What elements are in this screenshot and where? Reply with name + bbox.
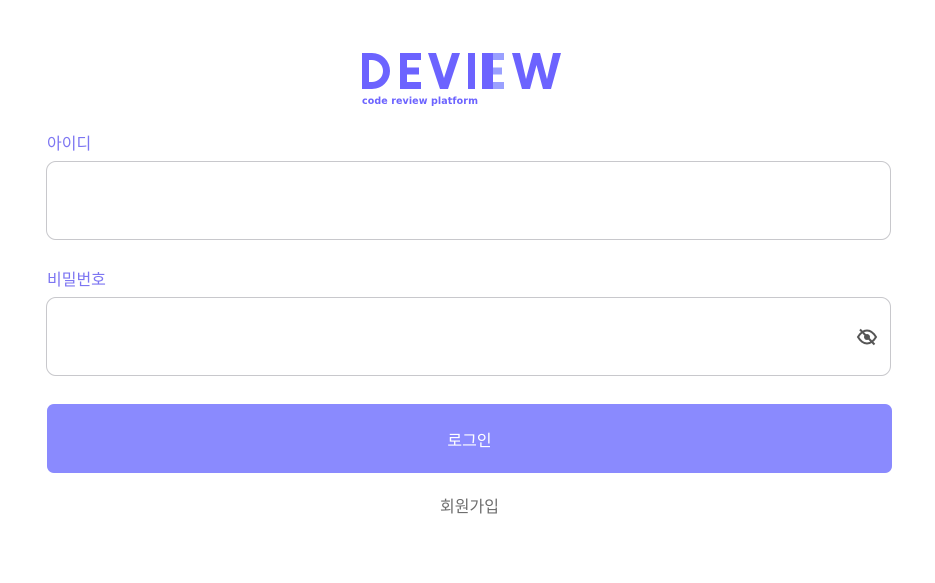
password-input[interactable]	[63, 298, 850, 377]
eye-off-icon[interactable]	[856, 328, 878, 346]
logo-tagline: code review platform	[362, 96, 479, 107]
deview-logo: code review platform	[362, 48, 582, 112]
password-label: 비밀번호	[47, 270, 106, 289]
deview-logo-mark	[362, 53, 561, 89]
login-button[interactable]: 로그인	[47, 404, 892, 473]
password-input-container[interactable]	[46, 297, 891, 377]
id-input[interactable]	[63, 162, 850, 241]
id-input-container[interactable]	[46, 161, 891, 241]
signup-link[interactable]: 회원가입	[0, 493, 935, 517]
id-label: 아이디	[47, 134, 92, 153]
